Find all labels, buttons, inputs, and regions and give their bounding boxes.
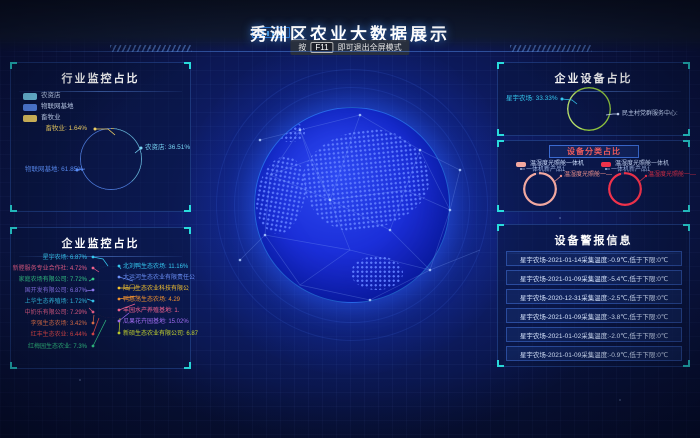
- corner-icon: [497, 360, 504, 367]
- enterprise-label: 国开发有限公司: 6.87%: [25, 288, 87, 294]
- corner-icon: [184, 62, 191, 69]
- panel-title: 企业设备占比: [498, 63, 689, 86]
- corner-icon: [683, 360, 690, 367]
- legend-label: 畜牧业: [41, 115, 61, 122]
- legend-item-xumuye[interactable]: 畜牧业: [23, 115, 61, 122]
- legend-swatch: [23, 104, 37, 111]
- legend-swatch: [601, 162, 611, 167]
- panel-device-class: 设备分类占比 温湿度光照舱一体机 一体机新产品1 温湿度光照舱一— 温湿度光照舱…: [497, 140, 690, 212]
- legend-swatch: [516, 162, 526, 167]
- panel-device-ratio: 企业设备占比 星宇农场: 33.33% 民主村党群服务中心:: [497, 62, 690, 136]
- callout-minzhucun: 民主村党群服务中心:: [622, 111, 678, 117]
- callout-wulianwang: 物联网基地: 61.85%: [25, 167, 83, 174]
- corner-icon: [10, 227, 17, 234]
- legend-label: 农资店: [41, 93, 61, 100]
- alarm-row: 星宇农场-2020-12-31采集温度:-2.5℃,低于下限:0℃: [506, 289, 682, 304]
- callout-right: 温湿度光照舱一—: [648, 172, 696, 178]
- industry-donut-chart[interactable]: [80, 128, 142, 190]
- corner-icon: [184, 205, 191, 212]
- enterprise-label: 新硕生态农业有限公司: 6.87: [123, 331, 198, 337]
- corner-icon: [683, 224, 690, 231]
- corner-icon: [683, 129, 690, 136]
- enterprise-label: 上华生态养殖场: 1.72%: [25, 299, 87, 305]
- header-divider: [0, 51, 700, 52]
- panel-title: 设备分类占比: [549, 145, 639, 158]
- device-donut-chart[interactable]: [567, 87, 611, 131]
- corner-icon: [497, 62, 504, 69]
- enterprise-label: 瓜果花卉园基地: 15.02%: [123, 319, 189, 325]
- corner-icon: [683, 205, 690, 212]
- alarm-row: 星宇农场-2021-01-09采集温度:-0.9℃,低于下限:0℃: [506, 346, 682, 361]
- corner-icon: [184, 362, 191, 369]
- enterprise-label: 鸭慈荡生态农场: 4.29: [123, 297, 180, 303]
- enterprise-label: 红梅园生态农业: 7.3%: [28, 344, 87, 350]
- panel-title: 设备警报信息: [498, 225, 689, 248]
- device-class-donut-right[interactable]: [608, 172, 642, 206]
- enterprise-label: 星宇农场: 6.87%: [43, 255, 87, 261]
- continent-west: [254, 152, 311, 237]
- corner-icon: [10, 362, 17, 369]
- corner-icon: [683, 62, 690, 69]
- panel-title: 行业监控占比: [11, 63, 190, 86]
- corner-icon: [10, 205, 17, 212]
- callout-left: 温湿度光照舱一—: [564, 172, 612, 178]
- globe: [254, 107, 450, 303]
- alarm-row: 星宇农场-2021-01-02采集温度:-2.0℃,低于下限:0℃: [506, 327, 682, 342]
- corner-icon: [497, 129, 504, 136]
- panel-industry-ratio: 行业监控占比 农资店 物联网基地 畜牧业 畜牧业: 1.64% 农资店: 36.…: [10, 62, 191, 212]
- panel-title: 企业监控占比: [11, 228, 190, 251]
- callout-xumuye: 畜牧业: 1.64%: [45, 126, 87, 133]
- enterprise-label: 丰园水产养殖基地: 1.: [123, 308, 179, 314]
- alarm-row: 星宇农场-2021-01-09采集温度:-3.8℃,低于下限:0℃: [506, 308, 682, 323]
- enterprise-label: 红丰生态农业: 6.44%: [31, 332, 87, 338]
- panel-alarm-info: 设备警报信息 星宇农场-2021-01-14采集温度:-0.9℃,低于下限:0℃…: [497, 224, 690, 367]
- header: 秀洲区农业大数据展示 按 F11 即可退出全屏模式: [0, 0, 700, 52]
- legend-swatch: [23, 115, 37, 122]
- device-class-donut-left[interactable]: [523, 172, 557, 206]
- corner-icon: [497, 205, 504, 212]
- header-hatch-right: [510, 45, 592, 52]
- enterprise-label: 李强生态农场: 3.42%: [31, 321, 87, 327]
- corner-icon: [184, 227, 191, 234]
- callout-xingyu: 星宇农场: 33.33%: [506, 96, 558, 103]
- panel-enterprise-ratio: 企业监控占比 星宇农场: 6.87% 新塍服务专业合作社: 4.72% 家庭农场…: [10, 227, 191, 369]
- corner-icon: [683, 140, 690, 147]
- enterprise-label: 家庭农场有限公司: 7.72%: [19, 277, 87, 283]
- legend-item-wulianwang[interactable]: 物联网基地: [23, 104, 74, 111]
- continent-south: [351, 256, 403, 290]
- legend-label: 物联网基地: [41, 104, 74, 111]
- fullscreen-hint: 按 F11 即可退出全屏模式: [290, 40, 409, 55]
- legend-item-nongzidian[interactable]: 农资店: [23, 93, 61, 100]
- enterprise-label: 陆门生态农业科技有限公: [123, 286, 189, 292]
- enterprise-label: 中奶乐有限公司: 7.29%: [25, 310, 87, 316]
- enterprise-label: 大运河生态农业有限责任公: [123, 275, 195, 281]
- legend-swatch: [23, 93, 37, 100]
- header-hatch-left: [110, 45, 192, 52]
- callout-nongzidian: 农资店: 36.51%: [145, 145, 190, 152]
- enterprise-label: 北刘鸭生态农场: 11.16%: [123, 264, 188, 270]
- continent-asia: [298, 124, 434, 237]
- corner-icon: [497, 140, 504, 147]
- continent-north: [275, 122, 305, 142]
- corner-icon: [497, 224, 504, 231]
- corner-icon: [10, 62, 17, 69]
- alarm-row: 星宇农场-2021-01-14采集温度:-0.9℃,低于下限:0℃: [506, 251, 682, 266]
- alarm-row: 星宇农场-2021-01-09采集温度:-5.4℃,低于下限:0℃: [506, 270, 682, 285]
- enterprise-label: 新塍服务专业合作社: 4.72%: [13, 266, 87, 272]
